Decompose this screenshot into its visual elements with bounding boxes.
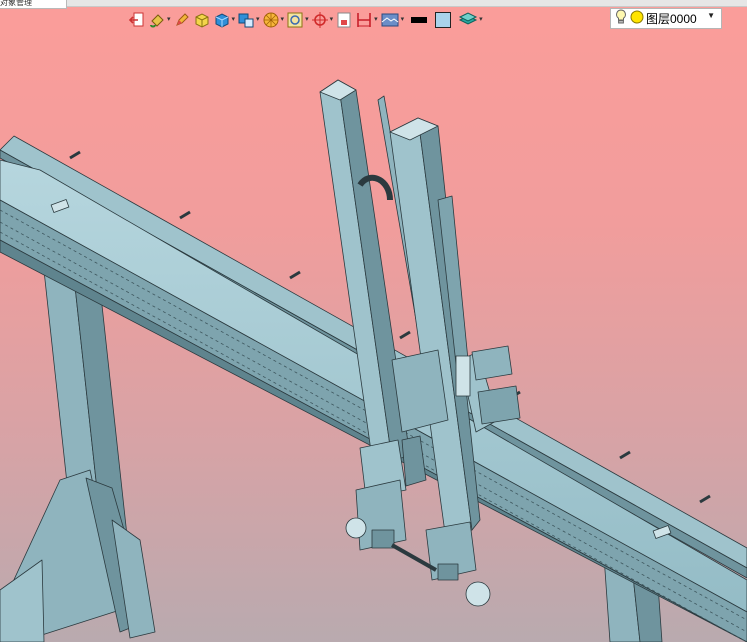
end-effector-right — [391, 521, 491, 607]
end-effector-left — [345, 479, 407, 551]
gantry-robot-model — [0, 79, 747, 642]
3d-viewport[interactable] — [0, 0, 747, 642]
